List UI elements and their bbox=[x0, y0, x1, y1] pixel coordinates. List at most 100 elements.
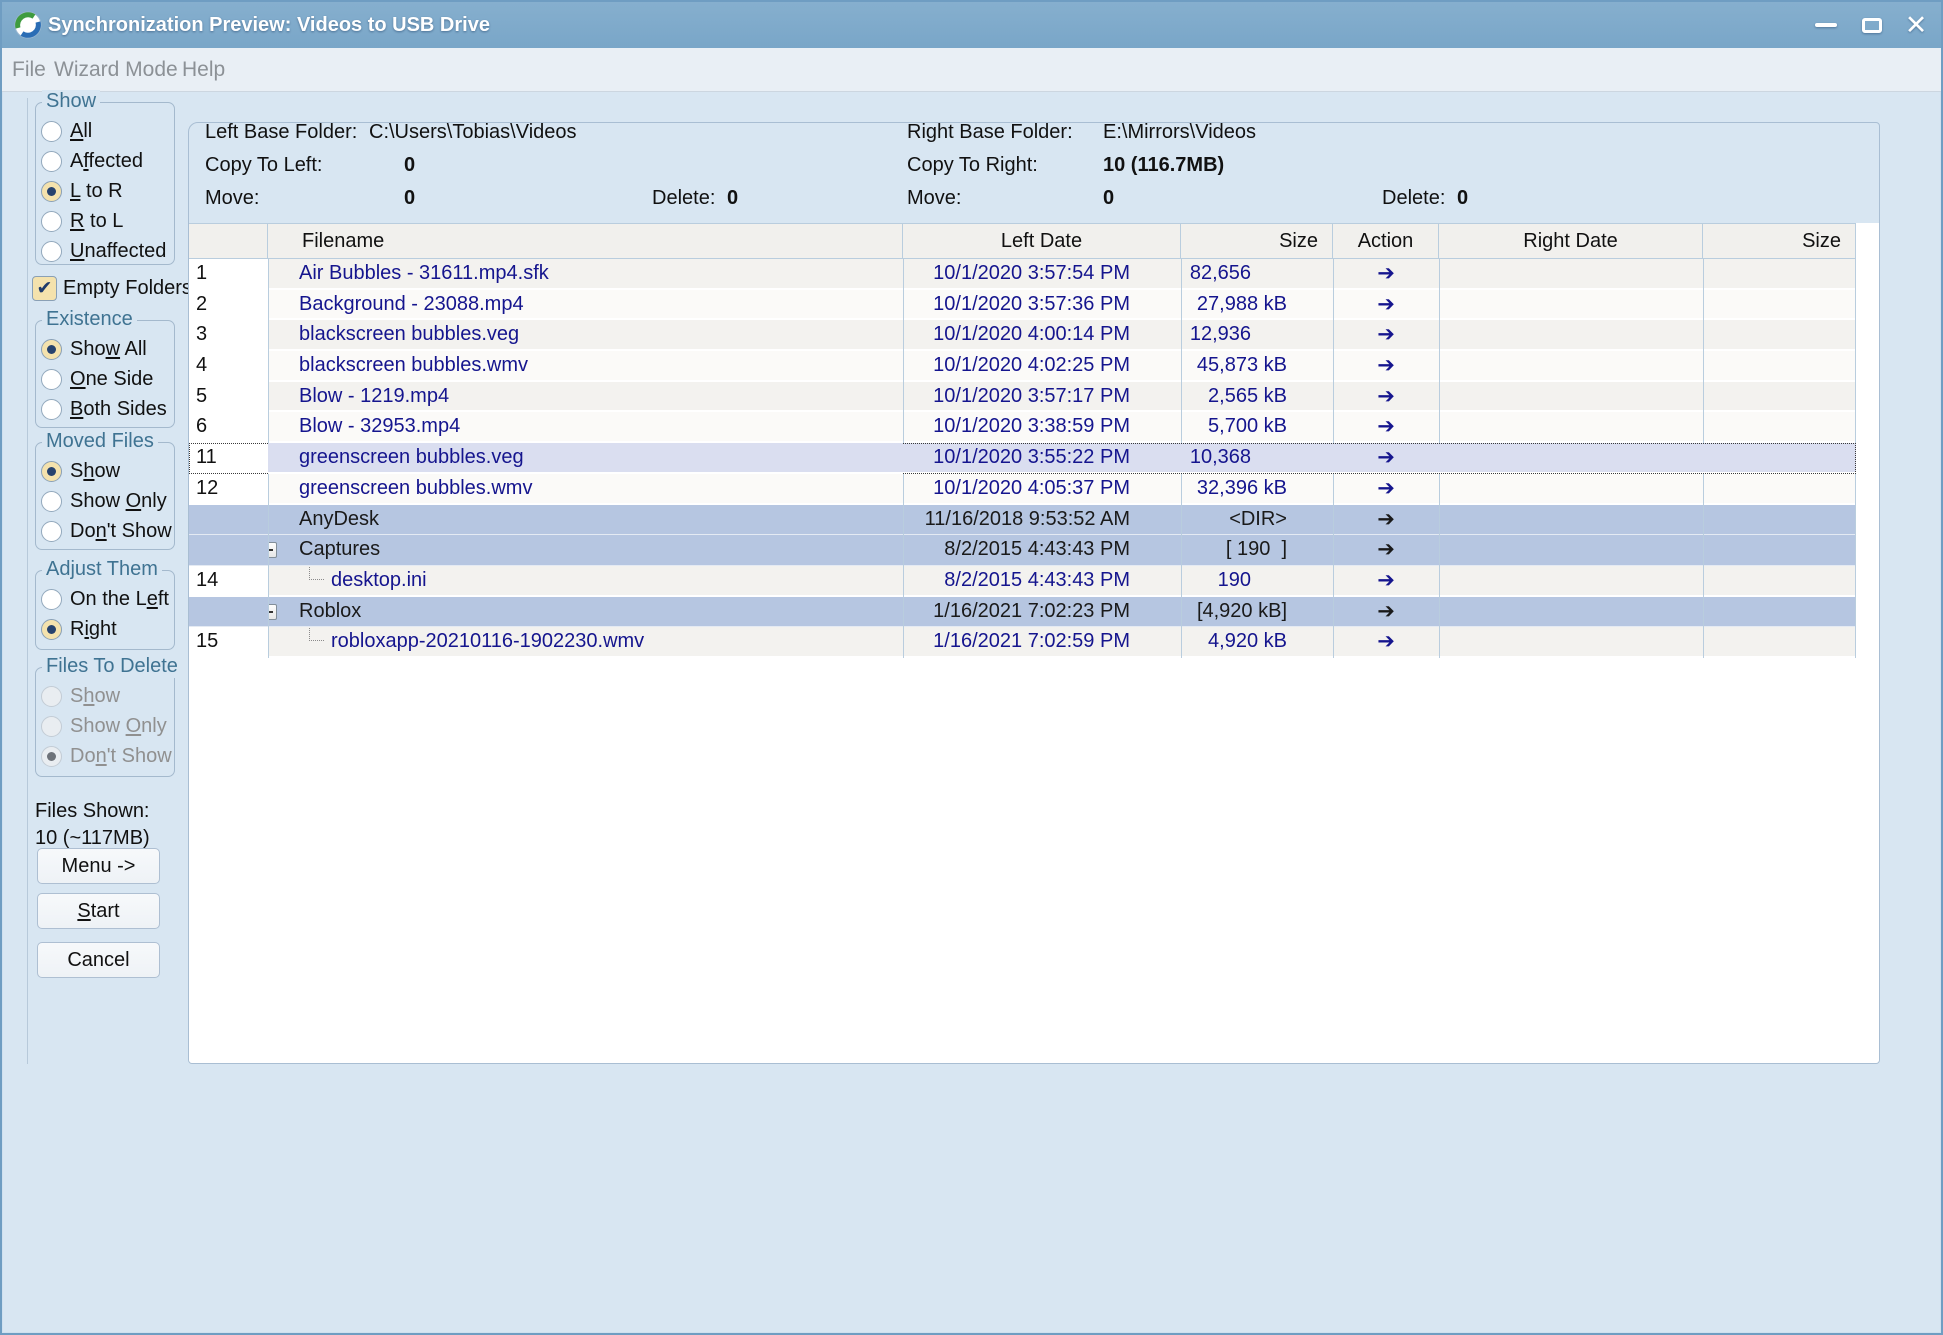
radio-icon bbox=[41, 398, 62, 420]
filename-text: Blow - 1219.mp4 bbox=[299, 384, 450, 407]
left-date-cell: 10/1/2020 3:57:17 PM bbox=[903, 381, 1181, 413]
size-cell: <DIR> bbox=[1181, 504, 1333, 536]
menu-file[interactable]: File bbox=[12, 48, 46, 91]
table-header: Filename Left Date Size Action Right Dat… bbox=[189, 223, 1856, 259]
table-row[interactable]: 12 greenscreen bubbles.wmv 10/1/2020 4:0… bbox=[189, 473, 1856, 505]
table-row[interactable]: 15 robloxapp-20210116-1902230.wmv 1/16/2… bbox=[189, 627, 1856, 658]
collapse-expander-icon[interactable] bbox=[268, 603, 277, 620]
radio-show-affected[interactable]: Affected bbox=[36, 146, 174, 176]
filename-cell: Captures bbox=[268, 535, 903, 566]
header-size[interactable]: Size bbox=[1181, 224, 1333, 258]
row-number-cell: 6 bbox=[189, 412, 268, 444]
row-number-cell: 12 bbox=[189, 473, 268, 505]
table-row[interactable]: 1 Air Bubbles - 31611.mp4.sfk 10/1/2020 … bbox=[189, 259, 1856, 290]
filename-cell: Blow - 1219.mp4 bbox=[268, 381, 903, 413]
radio-adjust-right[interactable]: Right bbox=[36, 614, 174, 644]
empty-folders-label: Empty Folders bbox=[63, 277, 192, 299]
radio-show-l-to-r[interactable]: L to R bbox=[36, 176, 174, 206]
empty-folders-checkbox[interactable]: ✔ Empty Folders bbox=[32, 276, 192, 301]
window-title: Synchronization Preview: Videos to USB D… bbox=[48, 14, 490, 36]
right-date-cell bbox=[1439, 259, 1703, 290]
radio-existence-both-sides[interactable]: Both Sides bbox=[36, 394, 174, 424]
table-row[interactable]: 14 desktop.ini 8/2/2015 4:43:43 PM 190 ➔ bbox=[189, 565, 1856, 597]
maximize-button[interactable] bbox=[1856, 2, 1888, 48]
size-cell: 82,656 bbox=[1181, 259, 1333, 290]
app-window: Synchronization Preview: Videos to USB D… bbox=[0, 0, 1943, 1335]
menu-button[interactable]: Menu -> bbox=[37, 848, 160, 884]
left-date-cell: 10/1/2020 3:57:54 PM bbox=[903, 259, 1181, 290]
action-arrow-icon: ➔ bbox=[1333, 596, 1439, 628]
right-date-cell bbox=[1439, 504, 1703, 536]
right-size-cell bbox=[1703, 259, 1856, 290]
header-left-date[interactable]: Left Date bbox=[903, 224, 1181, 258]
action-arrow-icon: ➔ bbox=[1333, 259, 1439, 290]
moved-files-group: Moved Files Show Show Only Don't Show bbox=[35, 430, 175, 550]
left-date-cell: 10/1/2020 4:05:37 PM bbox=[903, 473, 1181, 505]
collapse-expander-icon[interactable] bbox=[268, 542, 277, 559]
file-table: Filename Left Date Size Action Right Dat… bbox=[189, 223, 1879, 1063]
table-row[interactable]: 5 Blow - 1219.mp4 10/1/2020 3:57:17 PM 2… bbox=[189, 381, 1856, 413]
menu-bar: File Wizard Mode Help bbox=[2, 48, 1941, 92]
radio-existence-one-side[interactable]: One Side bbox=[36, 364, 174, 394]
files-to-delete-group-title: Files To Delete bbox=[42, 655, 182, 678]
table-row[interactable]: Roblox 1/16/2021 7:02:23 PM [4,920 kB] ➔ bbox=[189, 596, 1856, 628]
menu-wizard-mode[interactable]: Wizard Mode bbox=[54, 48, 178, 91]
minimize-button[interactable] bbox=[1810, 2, 1842, 48]
menu-help[interactable]: Help bbox=[182, 48, 225, 91]
header-right-size[interactable]: Size bbox=[1703, 224, 1856, 258]
radio-show-unaffected[interactable]: Unaffected bbox=[36, 236, 174, 266]
radio-icon bbox=[41, 210, 62, 232]
table-row[interactable]: Captures 8/2/2015 4:43:43 PM [ 190 ] ➔ bbox=[189, 535, 1856, 566]
table-row[interactable]: 4 blackscreen bubbles.wmv 10/1/2020 4:02… bbox=[189, 351, 1856, 382]
checkbox-checked-icon: ✔ bbox=[32, 276, 57, 301]
filename-cell: blackscreen bubbles.wmv bbox=[268, 351, 903, 382]
row-number-cell: 11 bbox=[189, 443, 268, 474]
table-row[interactable]: 6 Blow - 32953.mp4 10/1/2020 3:38:59 PM … bbox=[189, 412, 1856, 444]
radio-moved-dont-show[interactable]: Don't Show bbox=[36, 516, 174, 546]
action-arrow-icon: ➔ bbox=[1333, 289, 1439, 321]
existence-group: Existence Show All One Side Both Sides bbox=[35, 308, 175, 428]
title-bar[interactable]: Synchronization Preview: Videos to USB D… bbox=[2, 2, 1941, 48]
close-icon: ✕ bbox=[1904, 9, 1928, 40]
radio-moved-show-only[interactable]: Show Only bbox=[36, 486, 174, 516]
right-date-cell bbox=[1439, 535, 1703, 566]
radio-show-all[interactable]: All bbox=[36, 116, 174, 146]
table-row[interactable]: 2 Background - 23088.mp4 10/1/2020 3:57:… bbox=[189, 289, 1856, 321]
filename-text: greenscreen bubbles.veg bbox=[299, 446, 524, 469]
action-arrow-icon: ➔ bbox=[1333, 443, 1439, 474]
radio-existence-show-all[interactable]: Show All bbox=[36, 334, 174, 364]
right-size-cell bbox=[1703, 565, 1856, 597]
right-date-cell bbox=[1439, 473, 1703, 505]
right-size-cell bbox=[1703, 596, 1856, 628]
adjust-them-group: Adjust Them On the Left Right bbox=[35, 558, 175, 650]
action-arrow-icon: ➔ bbox=[1333, 351, 1439, 382]
close-button[interactable]: ✕ bbox=[1900, 2, 1932, 48]
show-group: Show All Affected L to R R to L Unaffect… bbox=[35, 90, 175, 266]
filename-text: robloxapp-20210116-1902230.wmv bbox=[331, 630, 645, 653]
table-body: 1 Air Bubbles - 31611.mp4.sfk 10/1/2020 … bbox=[189, 259, 1856, 658]
radio-show-r-to-l[interactable]: R to L bbox=[36, 206, 174, 236]
radio-moved-show[interactable]: Show bbox=[36, 456, 174, 486]
radio-icon-disabled bbox=[41, 685, 62, 707]
files-to-delete-group: Files To Delete Show Show Only Don't Sho… bbox=[35, 655, 182, 777]
row-number-cell: 3 bbox=[189, 320, 268, 352]
filename-cell: desktop.ini bbox=[268, 565, 903, 597]
header-blank[interactable] bbox=[189, 224, 268, 258]
table-row[interactable]: AnyDesk 11/16/2018 9:53:52 AM <DIR> ➔ bbox=[189, 504, 1856, 536]
table-row[interactable]: 3 blackscreen bubbles.veg 10/1/2020 4:00… bbox=[189, 320, 1856, 352]
header-filename[interactable]: Filename bbox=[268, 224, 903, 258]
left-date-cell: 1/16/2021 7:02:59 PM bbox=[903, 627, 1181, 658]
left-date-cell: 10/1/2020 3:38:59 PM bbox=[903, 412, 1181, 444]
header-action[interactable]: Action bbox=[1333, 224, 1439, 258]
cancel-button[interactable]: Cancel bbox=[37, 942, 160, 978]
minimize-icon bbox=[1815, 23, 1837, 27]
left-date-cell: 1/16/2021 7:02:23 PM bbox=[903, 596, 1181, 628]
right-size-cell bbox=[1703, 289, 1856, 321]
radio-adjust-on-the-left[interactable]: On the Left bbox=[36, 584, 174, 614]
files-shown-label: Files Shown: bbox=[35, 800, 150, 822]
header-right-date[interactable]: Right Date bbox=[1439, 224, 1703, 258]
start-button[interactable]: Start bbox=[37, 893, 160, 929]
left-date-cell: 10/1/2020 3:55:22 PM bbox=[903, 443, 1181, 474]
left-date-cell: 10/1/2020 4:00:14 PM bbox=[903, 320, 1181, 352]
table-row[interactable]: 11 greenscreen bubbles.veg 10/1/2020 3:5… bbox=[189, 443, 1856, 474]
